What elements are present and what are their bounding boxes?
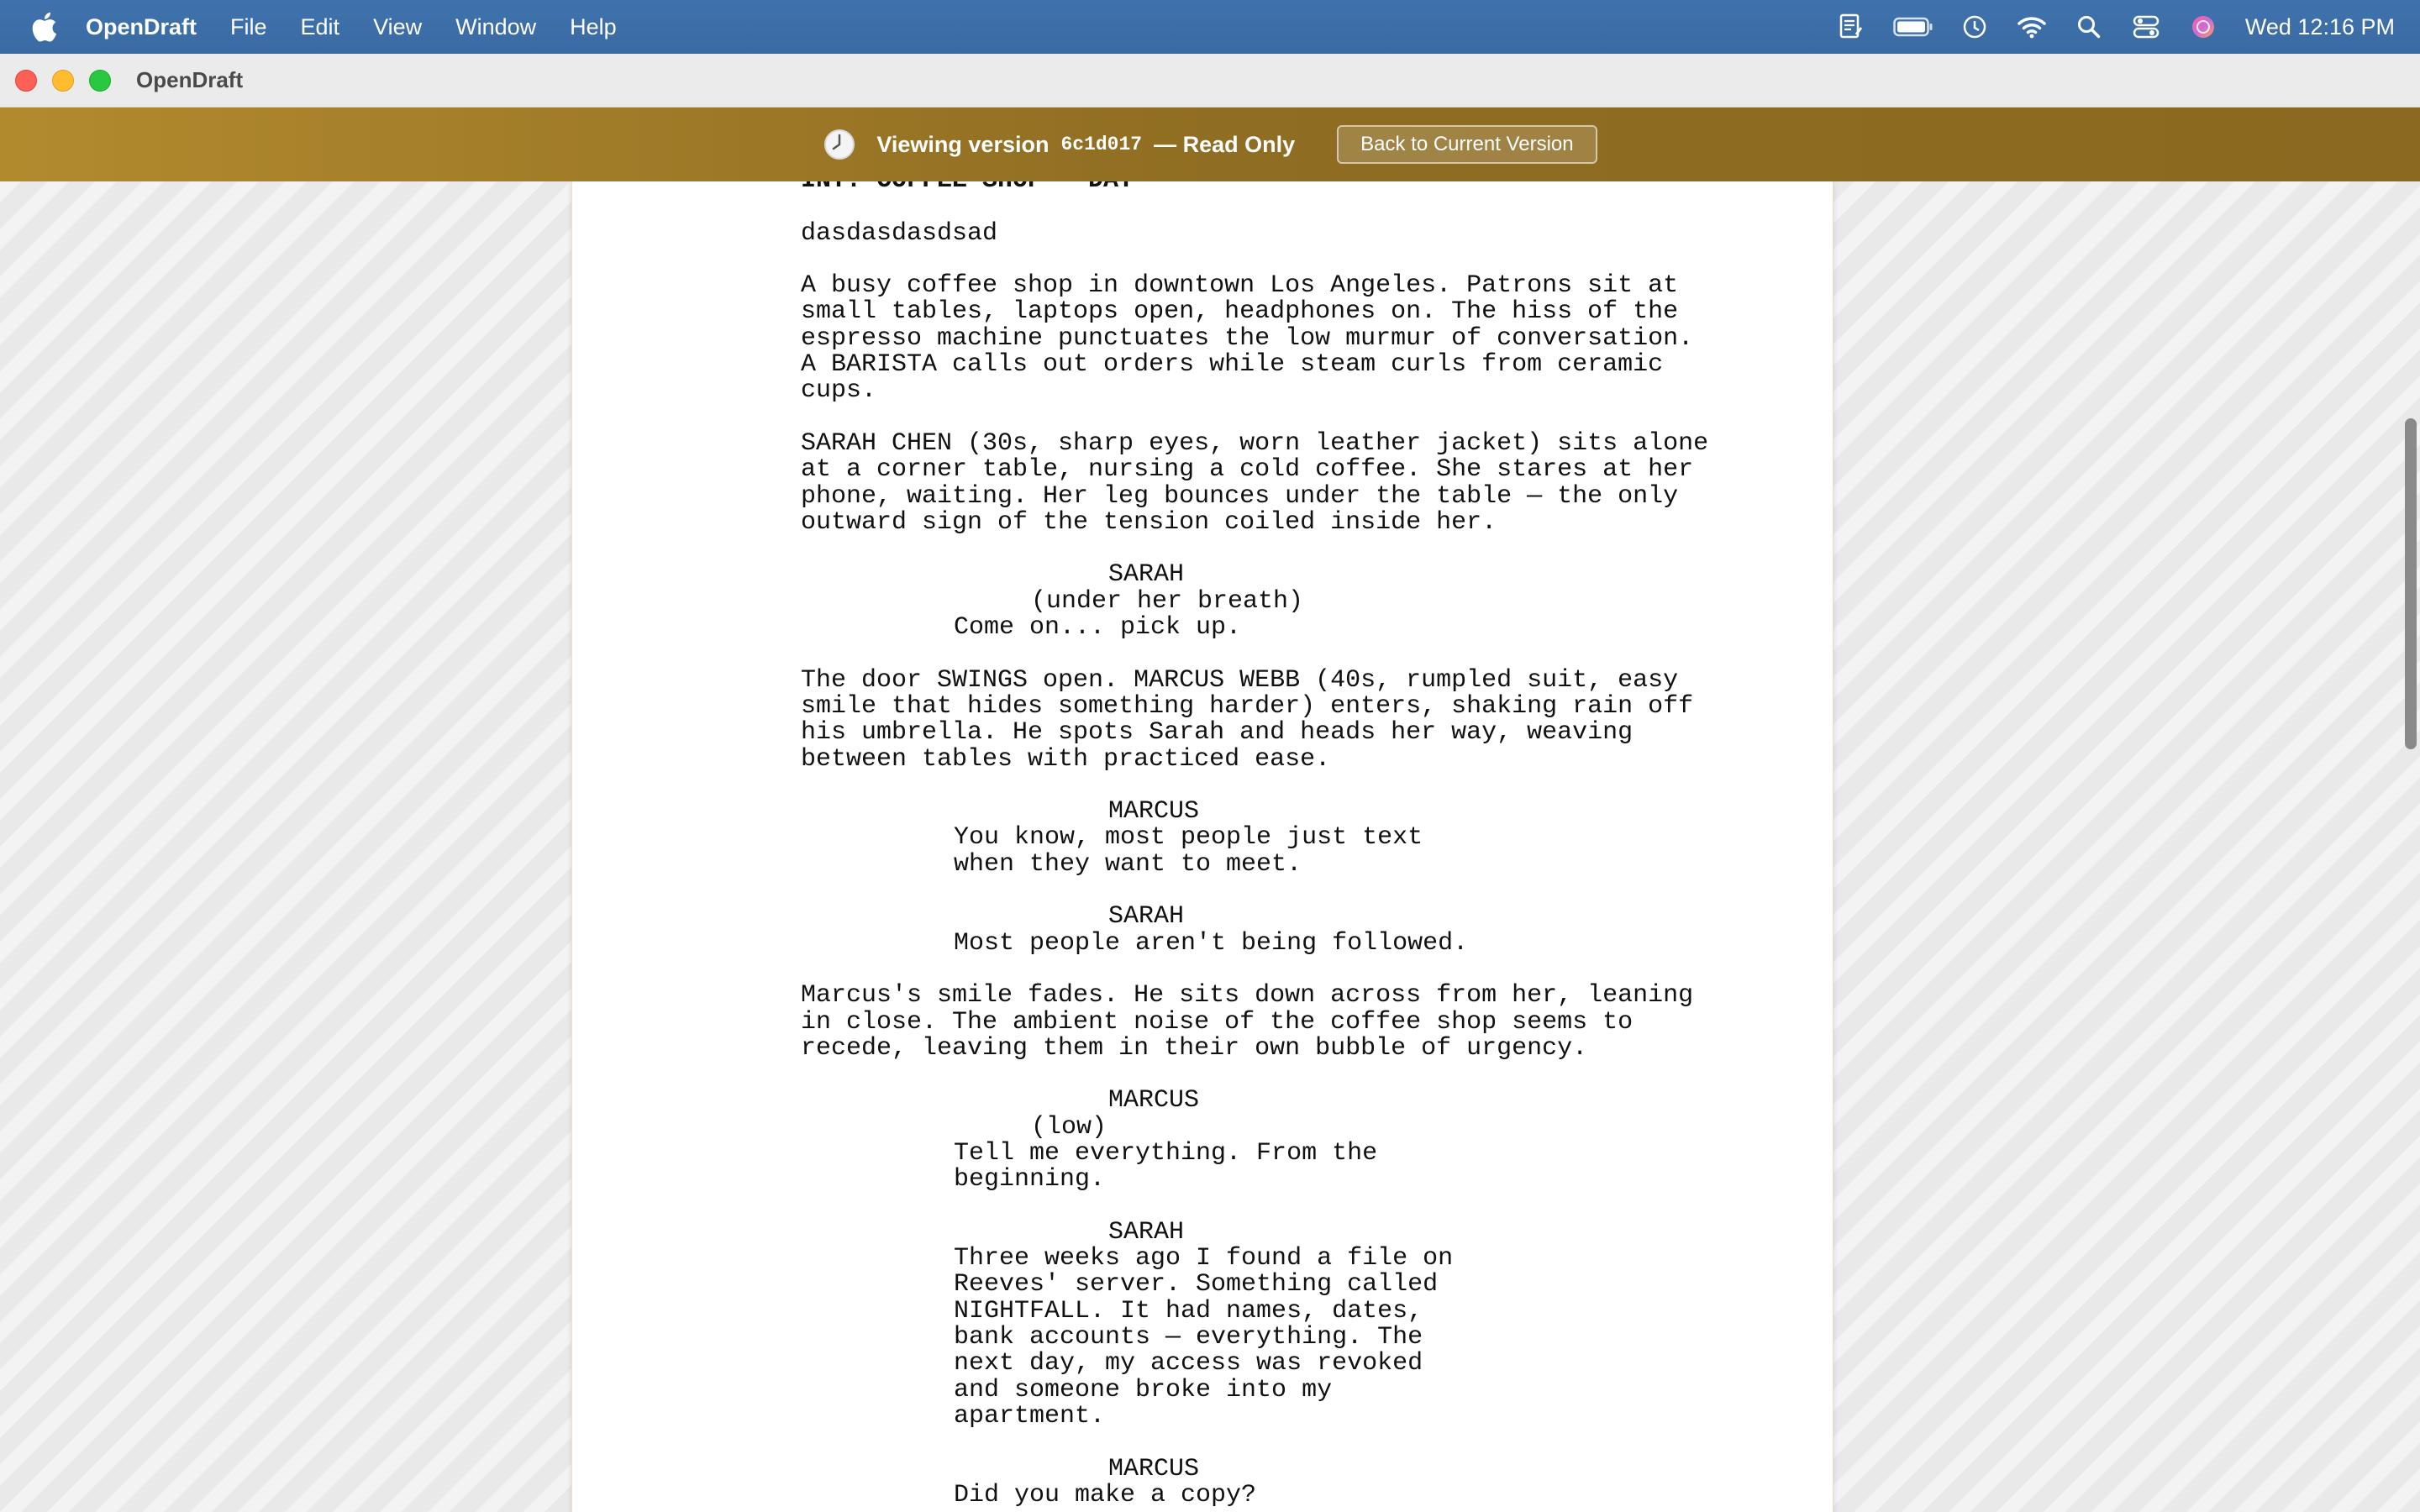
menu-view[interactable]: View — [373, 14, 422, 40]
script-line-action[interactable]: The door SWINGS open. MARCUS WEBB (40s, … — [572, 667, 1833, 694]
script-line-blank[interactable] — [572, 1062, 1833, 1088]
script-line-blank[interactable] — [572, 405, 1833, 431]
script-line-dialogue[interactable]: NIGHTFALL. It had names, dates, — [572, 1298, 1833, 1325]
window-minimize-button[interactable] — [52, 69, 74, 92]
wifi-icon[interactable] — [2015, 10, 2049, 44]
window-title: OpenDraft — [136, 67, 244, 92]
script-line-dialogue[interactable]: bank accounts — everything. The — [572, 1324, 1833, 1351]
script-line-character[interactable]: MARCUS — [572, 1456, 1833, 1483]
script-line-paren[interactable]: (under her breath) — [572, 588, 1833, 615]
script-line-character[interactable]: SARAH — [572, 562, 1833, 589]
script-line-character[interactable]: SARAH — [572, 904, 1833, 931]
script-line-action[interactable]: SARAH CHEN (30s, sharp eyes, worn leathe… — [572, 430, 1833, 457]
script-icon[interactable] — [1835, 10, 1869, 44]
clock-icon — [823, 128, 856, 161]
version-hash: 6c1d017 — [1060, 134, 1143, 155]
editor-canvas[interactable]: INT. COFFEE SHOP - DAY dasdasdasdsad A bus… — [0, 181, 2420, 1512]
script-line-action[interactable]: A busy coffee shop in downtown Los Angel… — [572, 272, 1833, 299]
script-line-action[interactable]: espresso machine punctuates the low murm… — [572, 325, 1833, 352]
script-line-dialogue[interactable]: when they want to meet. — [572, 851, 1833, 878]
script-line-action[interactable]: his umbrella. He spots Sarah and heads h… — [572, 719, 1833, 746]
script-line-blank[interactable] — [572, 194, 1833, 220]
script-line-action[interactable]: cups. — [572, 378, 1833, 405]
script-line-dialogue[interactable]: Tell me everything. From the — [572, 1140, 1833, 1167]
script-line-paren[interactable]: (low) — [572, 1114, 1833, 1141]
script-line-action[interactable]: dasdasdasdsad — [572, 220, 1833, 247]
script-line-dialogue[interactable]: Most people aren't being followed. — [572, 930, 1833, 957]
script-line-dialogue[interactable]: beginning. — [572, 1166, 1833, 1193]
script-line-dialogue[interactable]: and someone broke into my — [572, 1377, 1833, 1404]
script-line-character[interactable]: MARCUS — [572, 798, 1833, 825]
screenplay-text[interactable]: INT. COFFEE SHOP - DAY dasdasdasdsad A bus… — [572, 181, 1833, 1509]
script-line-dialogue[interactable]: Three weeks ago I found a file on — [572, 1245, 1833, 1272]
script-line-dialogue[interactable]: next day, my access was revoked — [572, 1351, 1833, 1378]
scrollbar-thumb[interactable] — [2405, 418, 2417, 749]
back-to-current-version-button[interactable]: Back to Current Version — [1337, 125, 1597, 164]
script-line-blank[interactable] — [572, 1194, 1833, 1220]
banner-prefix: Viewing version — [876, 131, 1050, 157]
script-line-scene[interactable]: INT. COFFEE SHOP - DAY — [572, 181, 1833, 194]
vertical-scrollbar[interactable] — [2402, 181, 2420, 1512]
script-line-action[interactable]: Marcus's smile fades. He sits down acros… — [572, 982, 1833, 1009]
siri-icon[interactable] — [2186, 10, 2220, 44]
window-close-button[interactable] — [15, 69, 37, 92]
status-area: Wed 12:16 PM — [1812, 0, 2395, 54]
script-line-character[interactable]: SARAH — [572, 1219, 1833, 1246]
script-line-action[interactable]: small tables, laptops open, headphones o… — [572, 299, 1833, 326]
script-line-blank[interactable] — [572, 641, 1833, 667]
script-line-action[interactable]: in close. The ambient noise of the coffe… — [572, 1009, 1833, 1036]
script-line-blank[interactable] — [572, 247, 1833, 273]
script-line-action[interactable]: recede, leaving them in their own bubble… — [572, 1035, 1833, 1062]
menu-help[interactable]: Help — [570, 14, 617, 40]
script-line-blank[interactable] — [572, 1430, 1833, 1456]
script-line-action[interactable]: at a corner table, nursing a cold coffee… — [572, 456, 1833, 483]
script-line-action[interactable]: phone, waiting. Her leg bounces under th… — [572, 483, 1833, 510]
menu-file[interactable]: File — [230, 14, 267, 40]
script-line-dialogue[interactable]: Come on... pick up. — [572, 614, 1833, 641]
menu-window[interactable]: Window — [455, 14, 536, 40]
script-line-blank[interactable] — [572, 536, 1833, 562]
banner-readonly-label: — Read Only — [1154, 131, 1296, 157]
menu-bar: OpenDraft File Edit View Window Help Wed… — [0, 0, 2420, 54]
menu-bar-clock[interactable]: Wed 12:16 PM — [2245, 14, 2395, 40]
apple-menu-icon[interactable] — [30, 10, 60, 44]
battery-icon[interactable] — [1892, 10, 1934, 44]
script-line-action[interactable]: between tables with practiced ease. — [572, 746, 1833, 773]
script-line-dialogue[interactable]: Reeves' server. Something called — [572, 1272, 1833, 1299]
script-line-dialogue[interactable]: You know, most people just text — [572, 825, 1833, 852]
menu-edit[interactable]: Edit — [301, 14, 340, 40]
script-line-action[interactable]: smile that hides something harder) enter… — [572, 693, 1833, 720]
time-machine-icon[interactable] — [1958, 10, 1991, 44]
spotlight-search-icon[interactable] — [2072, 10, 2106, 44]
script-line-action[interactable]: outward sign of the tension coiled insid… — [572, 509, 1833, 536]
script-line-character[interactable]: MARCUS — [572, 1088, 1833, 1115]
script-page[interactable]: INT. COFFEE SHOP - DAY dasdasdasdsad A bus… — [571, 181, 1833, 1512]
control-center-icon[interactable] — [2129, 10, 2163, 44]
script-line-action[interactable]: A BARISTA calls out orders while steam c… — [572, 351, 1833, 378]
menu-app-name[interactable]: OpenDraft — [86, 14, 197, 40]
window-title-bar: OpenDraft — [0, 54, 2420, 108]
script-line-blank[interactable] — [572, 878, 1833, 904]
script-line-dialogue[interactable]: apartment. — [572, 1403, 1833, 1430]
script-line-dialogue[interactable]: Did you make a copy? — [572, 1482, 1833, 1509]
script-line-blank[interactable] — [572, 773, 1833, 799]
script-line-blank[interactable] — [572, 957, 1833, 983]
window-zoom-button[interactable] — [89, 69, 111, 92]
version-banner: Viewing version 6c1d017 — Read Only Back… — [0, 108, 2420, 181]
